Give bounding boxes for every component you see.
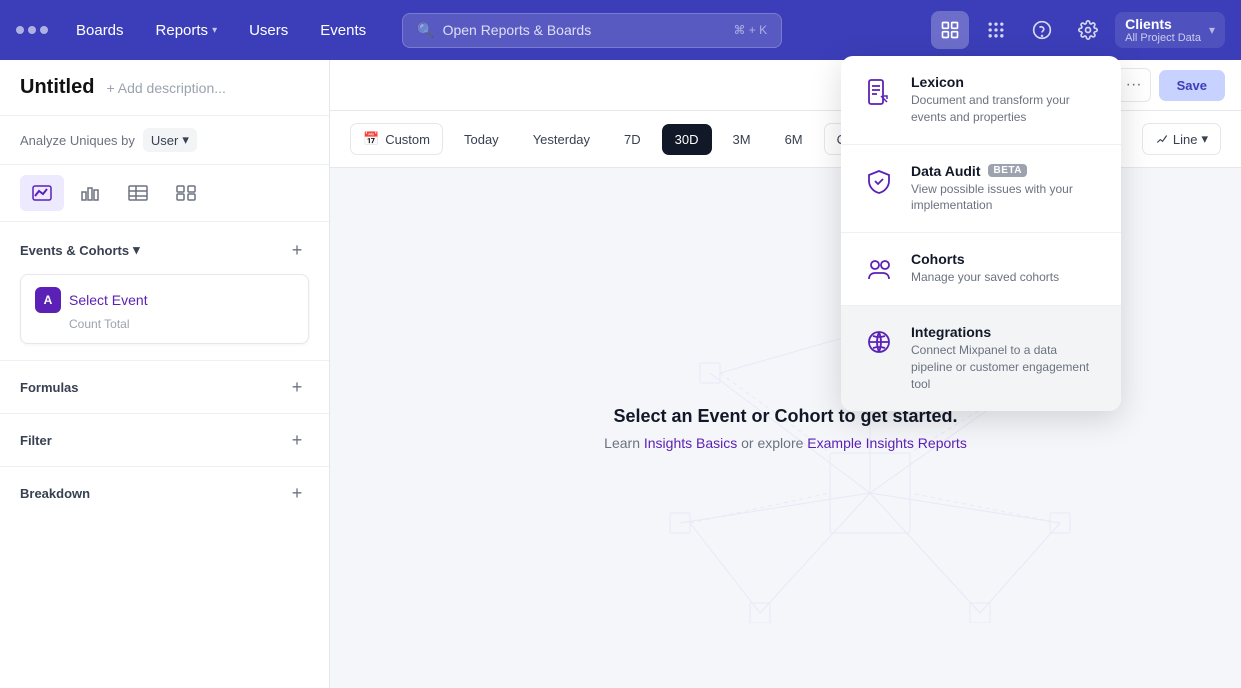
menu-item-lexicon[interactable]: Lexicon Document and transform your even… [841,56,1121,144]
data-audit-sub: View possible issues with your implement… [911,181,1101,215]
menu-item-integrations[interactable]: Integrations Connect Mixpanel to a data … [841,306,1121,410]
integrations-title: Integrations [911,324,1101,340]
data-audit-icon [861,163,897,199]
search-icon: 🔍 [417,22,434,39]
nav-boards[interactable]: Boards [64,16,136,45]
nav-events[interactable]: Events [308,16,378,45]
reports-chevron-icon: ▾ [212,25,217,36]
6m-btn[interactable]: 6M [772,124,816,155]
sidebar-header: Untitled + Add description... [0,60,329,116]
30d-btn[interactable]: 30D [662,124,712,155]
menu-item-data-audit[interactable]: Data AuditBETA View possible issues with… [841,145,1121,233]
add-filter-btn[interactable]: + [285,428,309,452]
today-btn[interactable]: Today [451,124,512,155]
user-chevron-icon: ▾ [182,132,189,148]
filter-section[interactable]: Filter + [0,414,329,466]
nav-reports[interactable]: Reports ▾ [144,16,230,45]
page-title: Untitled [20,76,94,99]
lexicon-title: Lexicon [911,74,1101,90]
beta-badge: BETA [988,164,1026,177]
settings-icon-btn[interactable] [1069,11,1107,49]
7d-btn[interactable]: 7D [611,124,654,155]
events-cohorts-header: Events & Cohorts ▾ + [20,238,309,262]
event-count-label: Count Total [35,317,294,331]
add-event-btn[interactable]: + [285,238,309,262]
insights-basics-link[interactable]: Insights Basics [644,435,737,451]
3m-btn[interactable]: 3M [720,124,764,155]
events-cohorts-chevron-icon: ▾ [133,242,140,258]
formulas-section[interactable]: Formulas + [0,361,329,413]
apps-dropdown-menu: Lexicon Document and transform your even… [841,56,1121,411]
grid-icon-btn[interactable] [977,11,1015,49]
page-layout: Untitled + Add description... Analyze Un… [0,60,1241,688]
line-chevron-icon: ▾ [1201,131,1208,147]
analyze-row: Analyze Uniques by User ▾ [0,116,329,165]
client-chevron-icon: ▾ [1209,23,1215,37]
viz-bar-btn[interactable] [68,175,112,211]
viz-grid-btn[interactable] [164,175,208,211]
global-search[interactable]: 🔍 Open Reports & Boards ⌘ + K [402,13,782,48]
empty-state-sub: Learn Insights Basics or explore Example… [604,435,967,451]
viz-line-btn[interactable] [20,175,64,211]
viz-table-btn[interactable] [116,175,160,211]
analytics-icon-btn[interactable] [931,11,969,49]
client-selector[interactable]: Clients All Project Data ▾ [1115,12,1225,48]
event-letter-icon: A [35,287,61,313]
nav-actions: Clients All Project Data ▾ [931,11,1225,49]
add-breakdown-btn[interactable]: + [285,481,309,505]
save-button[interactable]: Save [1159,70,1225,101]
nav-users[interactable]: Users [237,16,300,45]
toolbar-right: Line ▾ [1142,123,1221,155]
yesterday-btn[interactable]: Yesterday [520,124,603,155]
integrations-sub: Connect Mixpanel to a data pipeline or c… [911,342,1101,392]
cohorts-title: Cohorts [911,251,1059,267]
lexicon-icon [861,74,897,110]
cohorts-sub: Manage your saved cohorts [911,269,1059,286]
add-formula-btn[interactable]: + [285,375,309,399]
example-reports-link[interactable]: Example Insights Reports [807,435,967,451]
events-cohorts-section: Events & Cohorts ▾ + A Select Event Coun… [0,222,329,360]
menu-item-cohorts[interactable]: Cohorts Manage your saved cohorts [841,233,1121,305]
event-card-header: A Select Event [35,287,294,313]
viz-type-row [0,165,329,222]
cohorts-icon [861,251,897,287]
calendar-icon: 📅 [363,131,379,147]
app-logo [16,26,48,34]
data-audit-title: Data AuditBETA [911,163,1101,179]
select-event-btn[interactable]: Select Event [69,292,148,308]
left-sidebar: Untitled + Add description... Analyze Un… [0,60,330,688]
top-navigation: Boards Reports ▾ Users Events 🔍 Open Rep… [0,0,1241,60]
more-options-btn[interactable]: ··· [1117,68,1151,102]
breakdown-section[interactable]: Breakdown + [0,467,329,519]
lexicon-sub: Document and transform your events and p… [911,92,1101,126]
event-card: A Select Event Count Total [20,274,309,344]
add-description[interactable]: + Add description... [106,80,225,96]
line-chart-dropdown[interactable]: Line ▾ [1142,123,1221,155]
events-cohorts-title[interactable]: Events & Cohorts ▾ [20,242,140,258]
user-select-dropdown[interactable]: User ▾ [143,128,197,152]
help-icon-btn[interactable] [1023,11,1061,49]
integrations-icon [861,324,897,360]
custom-date-btn[interactable]: 📅 Custom [350,123,443,155]
